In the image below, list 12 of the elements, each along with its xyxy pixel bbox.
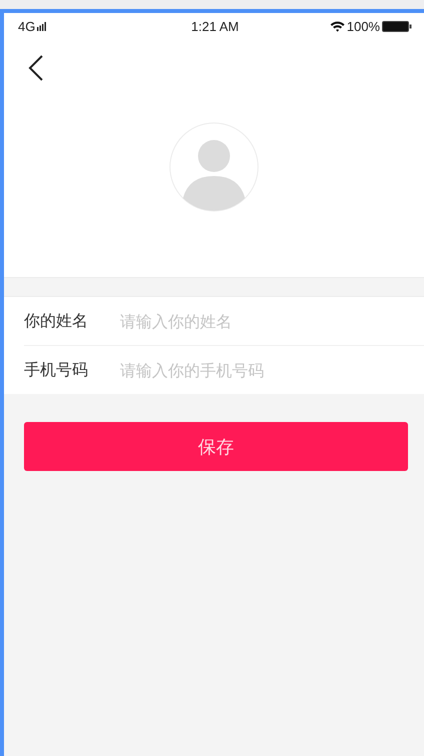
field-label: 你的姓名 bbox=[24, 310, 89, 332]
input-field[interactable]: 请输入你的姓名 bbox=[120, 306, 424, 336]
network-label: 4G bbox=[18, 18, 36, 34]
field-label: 手机号码 bbox=[24, 360, 89, 380]
wifi-icon bbox=[330, 20, 345, 32]
save-button[interactable]: 保存 bbox=[24, 422, 408, 471]
input-field[interactable]: 请输入你的手机号码 bbox=[120, 355, 424, 385]
signal-icon bbox=[37, 22, 48, 30]
back-button[interactable] bbox=[28, 55, 44, 81]
battery-percent: 100% bbox=[346, 18, 380, 34]
status-time: 1:21 AM bbox=[191, 18, 239, 34]
battery-icon bbox=[382, 20, 412, 32]
